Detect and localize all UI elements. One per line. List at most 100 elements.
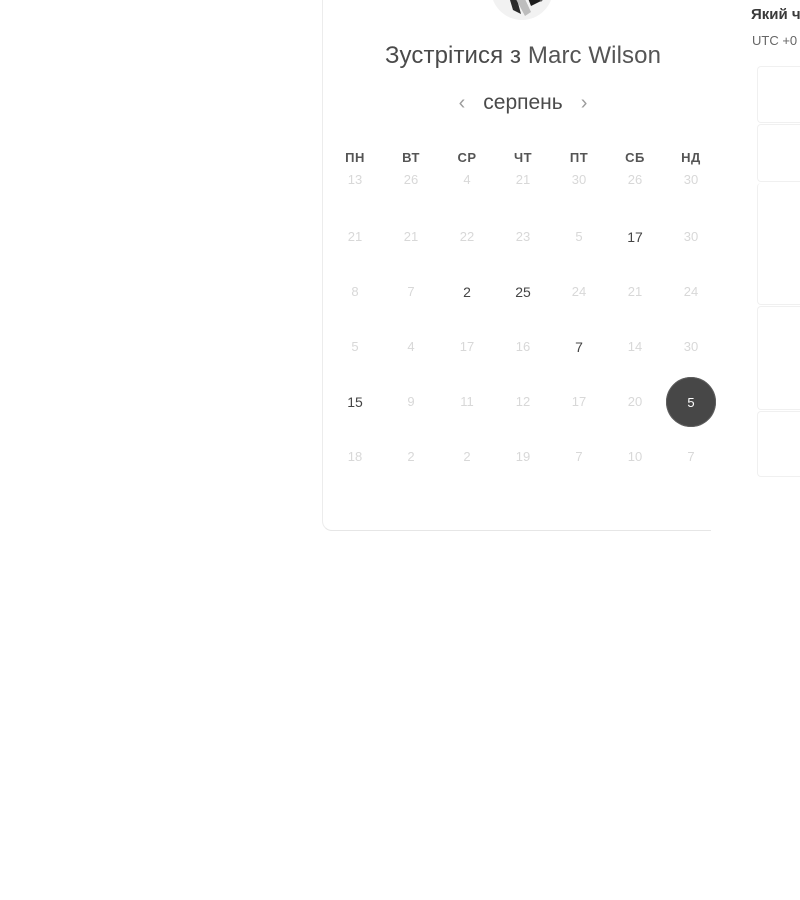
day-number: 17	[571, 394, 587, 409]
calendar-day-unavailable: 26	[383, 162, 439, 217]
day-number: 26	[627, 172, 643, 187]
calendar-day-available[interactable]: 25	[495, 272, 551, 327]
calendar-card: Зустрітися з Marc Wilson ‹ серпень › ПН В…	[322, 0, 716, 531]
day-number: 16	[515, 339, 531, 354]
calendar-day-unavailable: 4	[439, 162, 495, 217]
calendar-day-unavailable: 11	[439, 382, 495, 437]
day-number: 19	[515, 449, 531, 464]
calendar-day-unavailable: 12	[495, 382, 551, 437]
day-number: 4	[407, 339, 415, 354]
calendar-day-unavailable: 30	[663, 217, 719, 272]
calendar-day-unavailable: 17	[439, 327, 495, 382]
day-number: 30	[571, 172, 587, 187]
time-slot[interactable]	[757, 306, 800, 410]
day-number: 21	[515, 172, 531, 187]
time-slot[interactable]	[757, 124, 800, 182]
day-number: 30	[683, 172, 699, 187]
calendar-day-unavailable: 30	[663, 162, 719, 217]
day-number: 4	[463, 172, 471, 187]
day-number: 15	[347, 394, 363, 410]
chevron-right-icon[interactable]: ›	[577, 93, 592, 113]
calendar-day-unavailable: 9	[383, 382, 439, 437]
calendar-day-unavailable: 2	[383, 437, 439, 492]
calendar-day-unavailable: 7	[551, 437, 607, 492]
calendar-day-unavailable: 4	[383, 327, 439, 382]
calendar-grid: 13 26 4 21 30 26 30 21 21 22 23 5 17 30 8 7 2 25 24 21 24 5 4 1…	[327, 162, 719, 492]
day-number: 7	[687, 449, 695, 464]
calendar-day-unavailable: 21	[383, 217, 439, 272]
title-prefix: Зустрітися з	[384, 42, 522, 69]
calendar-day-unavailable: 23	[495, 217, 551, 272]
day-number: 14	[627, 339, 643, 354]
calendar-day-unavailable: 18	[327, 437, 383, 492]
day-number: 26	[403, 172, 419, 187]
calendar-day-available[interactable]: 7	[551, 327, 607, 382]
host-avatar	[491, 0, 553, 20]
calendar-day-available[interactable]: 17	[607, 217, 663, 272]
calendar-day-unavailable: 7	[663, 437, 719, 492]
day-number: 24	[571, 284, 587, 299]
day-number: 30	[683, 339, 699, 354]
day-number: 23	[515, 229, 531, 244]
calendar-day-unavailable: 5	[551, 217, 607, 272]
day-number: 11	[460, 394, 474, 409]
timezone-label[interactable]: UTC +0	[752, 33, 797, 48]
calendar-day-unavailable: 17	[551, 382, 607, 437]
day-number: 5	[351, 339, 359, 354]
booking-page: Зустрітися з Marc Wilson ‹ серпень › ПН В…	[0, 0, 800, 900]
day-number: 21	[403, 229, 419, 244]
chevron-left-icon[interactable]: ‹	[455, 93, 470, 113]
day-number: 30	[683, 229, 699, 244]
calendar-day-unavailable: 22	[439, 217, 495, 272]
time-slot[interactable]	[757, 183, 800, 305]
calendar-day-unavailable: 5	[327, 327, 383, 382]
host-name: Marc Wilson	[527, 42, 662, 69]
calendar-day-available[interactable]: 2	[439, 272, 495, 327]
day-number: 5	[575, 229, 583, 244]
day-number: 18	[347, 449, 363, 464]
calendar-day-unavailable: 14	[607, 327, 663, 382]
day-number: 8	[351, 284, 359, 299]
calendar-day-available[interactable]: 15	[327, 382, 383, 437]
calendar-day-selected[interactable]: 5	[663, 377, 719, 437]
calendar-day-unavailable: 30	[551, 162, 607, 217]
day-number: 25	[515, 284, 531, 300]
time-slot[interactable]	[757, 66, 800, 123]
meeting-title: Зустрітися з Marc Wilson	[323, 42, 723, 70]
day-number: 2	[407, 449, 415, 464]
day-number: 17	[459, 339, 475, 354]
calendar-day-unavailable: 30	[663, 327, 719, 382]
day-number: 2	[463, 449, 471, 464]
day-number: 10	[627, 449, 643, 464]
calendar-day-unavailable: 8	[327, 272, 383, 327]
calendar-day-unavailable: 24	[663, 272, 719, 327]
calendar-day-unavailable: 20	[607, 382, 663, 437]
day-number: 5	[666, 377, 716, 427]
day-number: 24	[683, 284, 699, 299]
calendar-day-unavailable: 10	[607, 437, 663, 492]
calendar-day-unavailable: 19	[495, 437, 551, 492]
calendar-day-unavailable: 7	[383, 272, 439, 327]
day-number: 12	[515, 394, 531, 409]
calendar-day-unavailable: 13	[327, 162, 383, 217]
day-number: 13	[347, 172, 363, 187]
calendar-day-unavailable: 2	[439, 437, 495, 492]
calendar-day-unavailable: 16	[495, 327, 551, 382]
day-number: 21	[627, 284, 643, 299]
calendar-day-unavailable: 21	[327, 217, 383, 272]
calendar-day-unavailable: 26	[607, 162, 663, 217]
current-month: серпень	[483, 91, 563, 114]
day-number: 7	[575, 449, 583, 464]
day-number: 7	[407, 284, 415, 299]
day-number: 22	[459, 229, 475, 244]
calendar-day-unavailable: 21	[607, 272, 663, 327]
day-number: 7	[575, 339, 583, 355]
month-navigation: ‹ серпень ›	[323, 88, 723, 118]
day-number: 21	[347, 229, 363, 244]
calendar-day-unavailable: 24	[551, 272, 607, 327]
day-number: 20	[627, 394, 643, 409]
time-panel-title: Який ч	[751, 6, 800, 23]
day-number: 2	[463, 284, 471, 300]
day-number: 9	[407, 394, 415, 409]
time-slot[interactable]	[757, 411, 800, 477]
